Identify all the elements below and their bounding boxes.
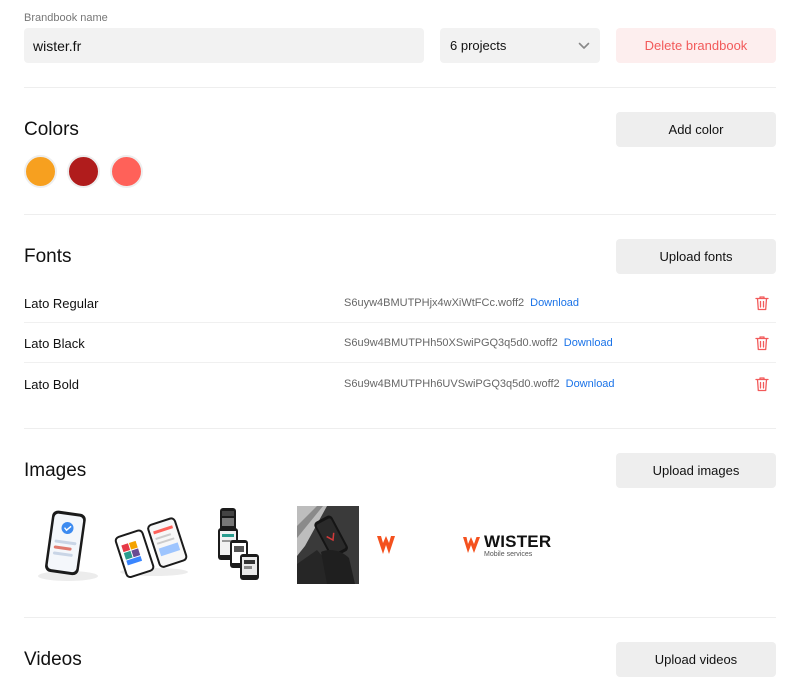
chevron-down-icon bbox=[578, 42, 590, 50]
font-name: Lato Black bbox=[24, 335, 85, 351]
logo-wordmark: WISTER bbox=[484, 531, 552, 551]
trash-icon[interactable] bbox=[755, 335, 769, 351]
divider bbox=[24, 428, 776, 429]
color-swatch[interactable] bbox=[24, 155, 57, 188]
divider bbox=[24, 214, 776, 215]
font-file-name: S6u9w4BMUTPHh6UVSwiPGQ3q5d0.woff2 bbox=[344, 378, 560, 390]
row-divider bbox=[24, 362, 776, 363]
logo-mark-icon bbox=[463, 537, 480, 553]
download-link[interactable]: Download bbox=[564, 337, 613, 349]
upload-fonts-button[interactable]: Upload fonts bbox=[616, 239, 776, 274]
font-file: S6uyw4BMUTPHjx4wXiWtFCc.woff2 Download bbox=[344, 297, 579, 309]
videos-section-title: Videos bbox=[24, 649, 82, 670]
logo-tagline: Mobile services bbox=[484, 550, 533, 558]
font-file-name: S6uyw4BMUTPHjx4wXiWtFCc.woff2 bbox=[344, 297, 525, 309]
font-name: Lato Bold bbox=[24, 376, 79, 392]
image-thumbnail[interactable] bbox=[216, 506, 262, 584]
upload-videos-button[interactable]: Upload videos bbox=[616, 642, 776, 677]
download-link[interactable]: Download bbox=[566, 378, 615, 390]
font-name: Lato Regular bbox=[24, 295, 99, 311]
projects-select-value: 6 projects bbox=[450, 38, 507, 53]
download-link[interactable]: Download bbox=[530, 297, 579, 309]
add-color-button[interactable]: Add color bbox=[616, 112, 776, 147]
image-thumbnail[interactable] bbox=[112, 506, 192, 584]
font-row: Lato Bold S6u9w4BMUTPHh6UVSwiPGQ3q5d0.wo… bbox=[24, 364, 776, 404]
delete-brandbook-button[interactable]: Delete brandbook bbox=[616, 28, 776, 63]
fonts-section-title: Fonts bbox=[24, 246, 72, 267]
trash-icon[interactable] bbox=[755, 295, 769, 311]
divider bbox=[24, 87, 776, 88]
font-file-name: S6u9w4BMUTPHh50XSwiPGQ3q5d0.woff2 bbox=[344, 337, 558, 349]
trash-icon[interactable] bbox=[755, 376, 769, 392]
brandbook-name-label: Brandbook name bbox=[24, 12, 108, 24]
font-file: S6u9w4BMUTPHh6UVSwiPGQ3q5d0.woff2 Downloa… bbox=[344, 378, 615, 390]
font-row: Lato Black S6u9w4BMUTPHh50XSwiPGQ3q5d0.w… bbox=[24, 323, 776, 363]
image-thumbnail[interactable] bbox=[297, 506, 359, 584]
color-swatch[interactable] bbox=[110, 155, 143, 188]
color-swatch[interactable] bbox=[67, 155, 100, 188]
font-row: Lato Regular S6uyw4BMUTPHjx4wXiWtFCc.wof… bbox=[24, 283, 776, 323]
images-section-title: Images bbox=[24, 460, 87, 481]
upload-images-button[interactable]: Upload images bbox=[616, 453, 776, 488]
colors-section-title: Colors bbox=[24, 119, 79, 140]
logo-mark-image[interactable] bbox=[374, 506, 398, 584]
projects-select[interactable]: 6 projects bbox=[440, 28, 600, 63]
brandbook-name-input[interactable] bbox=[24, 28, 424, 63]
font-file: S6u9w4BMUTPHh50XSwiPGQ3q5d0.woff2 Downloa… bbox=[344, 337, 613, 349]
wister-logo-image[interactable]: WISTER Mobile services bbox=[462, 506, 562, 584]
image-thumbnail[interactable] bbox=[30, 506, 102, 584]
divider bbox=[24, 617, 776, 618]
